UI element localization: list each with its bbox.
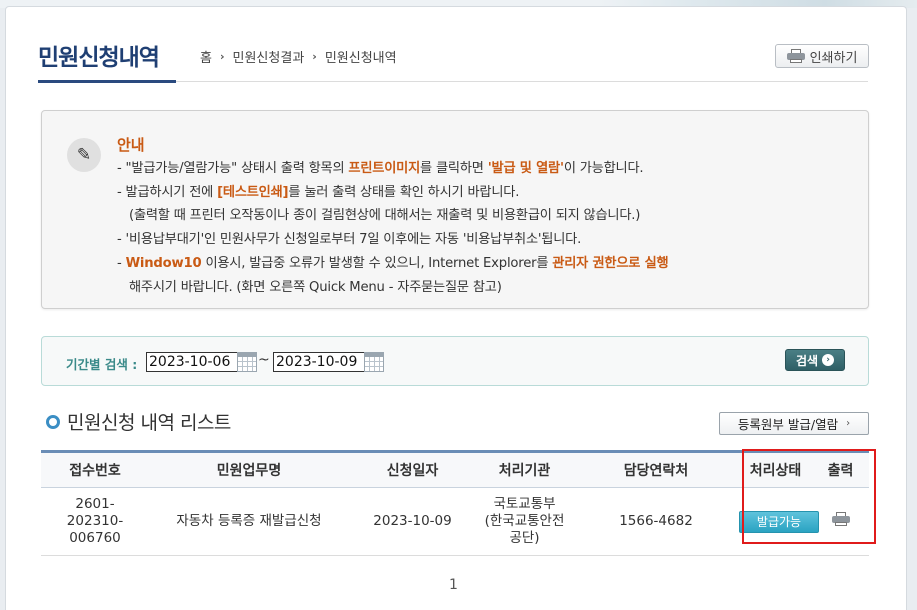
search-label: 기간별 검색 :: [66, 357, 138, 372]
page-title: 민원신청내역: [38, 45, 160, 71]
list-title: 민원신청 내역 리스트: [46, 408, 231, 435]
circle-bullet-icon: [46, 414, 60, 429]
column-header: 처리기관: [476, 450, 573, 488]
notice-line: - "발급가능/열람가능" 상태시 출력 항목의 프린트이미지를 클릭하면 '발…: [117, 157, 668, 181]
list-title-label: 민원신청 내역 리스트: [67, 412, 231, 434]
register-issue-label: 등록원부 발급/열람: [737, 417, 839, 432]
to-date-input[interactable]: [273, 352, 365, 372]
from-date-input[interactable]: [146, 352, 238, 372]
chevron-right-icon: ›: [846, 418, 851, 429]
print-button[interactable]: 인쇄하기: [775, 44, 869, 68]
notice-emphasis: [테스트인쇄]: [217, 184, 289, 200]
pencil-note-icon: ✎: [67, 138, 101, 172]
register-issue-button[interactable]: 등록원부 발급/열람 ›: [719, 412, 869, 435]
receipt-number-part: 2601-: [75, 496, 115, 512]
receipt-number-part: 006760: [69, 530, 121, 546]
date-range-separator: ~: [258, 352, 270, 368]
column-header: 담당연락처: [573, 450, 739, 488]
breadcrumb-home[interactable]: 홈: [200, 47, 212, 66]
calendar-icon[interactable]: [237, 352, 257, 372]
notice-line: - Window10 이용시, 발급중 오류가 발생할 수 있으니, Inter…: [117, 252, 669, 276]
notice-line: (출력할 때 프린터 오작동이나 종이 걸림현상에 대해서는 재출력 및 비용환…: [117, 204, 668, 228]
notice-text-segment: - "발급가능/열람가능" 상태시 출력 항목의: [117, 161, 349, 176]
notice-text-segment: 를 클릭하면: [420, 161, 488, 176]
notice-line: - '비용납부대기'인 민원사무가 신청일로부터 7일 이후에는 자동 '비용납…: [117, 228, 668, 252]
receipt-number-cell: 2601- 202310- 006760: [41, 487, 149, 556]
column-header: 신청일자: [349, 450, 476, 488]
application-date-cell: 2023-10-09: [349, 487, 476, 556]
printer-icon: [786, 49, 805, 63]
notice-emphasis: Window10: [125, 255, 202, 271]
notice-emphasis: '발급 및 열람': [487, 161, 564, 176]
receipt-number-part: 202310-: [66, 513, 124, 529]
notice-text: - "발급가능/열람가능" 상태시 출력 항목의 프린트이미지를 클릭하면 '발…: [117, 157, 669, 300]
calendar-icon[interactable]: [364, 352, 384, 372]
notice-text-segment: 이용시, 발급중 오류가 발생할 수 있으니, Internet Explore…: [201, 255, 553, 271]
column-header: 접수번호: [41, 450, 149, 488]
notice-text-segment: (출력할 때 프린터 오작동이나 종이 걸림현상에 대해서는 재출력 및 비용환…: [129, 208, 641, 224]
contact-cell: 1566-4682: [573, 487, 739, 556]
service-name-cell: 자동차 등록증 재발급신청: [149, 487, 349, 556]
chevron-right-icon: ›: [822, 354, 835, 366]
notice-text-segment: 이 가능합니다.: [563, 161, 644, 176]
search-button[interactable]: 검색 ›: [785, 349, 845, 371]
breadcrumb: 홈 › 민원신청결과 › 민원신청내역: [200, 47, 397, 66]
notice-title: 안내: [117, 136, 145, 154]
breadcrumb-current: 민원신청내역: [324, 51, 397, 66]
notice-text-segment: 를 눌러 출력 상태를 확인 하시기 바랍니다.: [288, 184, 520, 200]
chevron-right-icon: ›: [219, 50, 225, 63]
notice-line: 해주시기 바랍니다. (화면 오른쪽 Quick Menu - 자주묻는질문 참…: [117, 276, 668, 300]
notice-emphasis: 프린트이미지: [348, 161, 421, 176]
notice-emphasis: 관리자 권한으로 실행: [552, 255, 669, 271]
notice-text-segment: - 발급하시기 전에: [117, 184, 218, 200]
notice-text-segment: - '비용납부대기'인 민원사무가 신청일로부터 7일 이후에는 자동 '비용납…: [117, 232, 582, 248]
agency-part: (한국교통안전: [484, 513, 565, 529]
agency-part: 공단): [509, 530, 540, 546]
chevron-right-icon: ›: [312, 50, 317, 63]
notice-line: - 발급하시기 전에 [테스트인쇄]를 눌러 출력 상태를 확인 하시기 바랍니…: [117, 181, 668, 205]
pagination-page[interactable]: 1: [449, 577, 458, 593]
search-button-label: 검색: [795, 353, 819, 368]
notice-text-segment: 해주시기 바랍니다. (화면 오른쪽 Quick Menu - 자주묻는질문 참…: [129, 279, 502, 295]
agency-part: 국토교통부: [493, 496, 556, 512]
print-button-label: 인쇄하기: [809, 50, 858, 66]
breadcrumb-results[interactable]: 민원신청결과: [233, 47, 305, 66]
agency-cell: 국토교통부 (한국교통안전 공단): [476, 487, 573, 556]
title-divider-accent: [38, 80, 176, 83]
notice-text-segment: -: [117, 255, 126, 271]
column-header: 민원업무명: [149, 450, 349, 488]
highlight-box: [742, 449, 876, 544]
